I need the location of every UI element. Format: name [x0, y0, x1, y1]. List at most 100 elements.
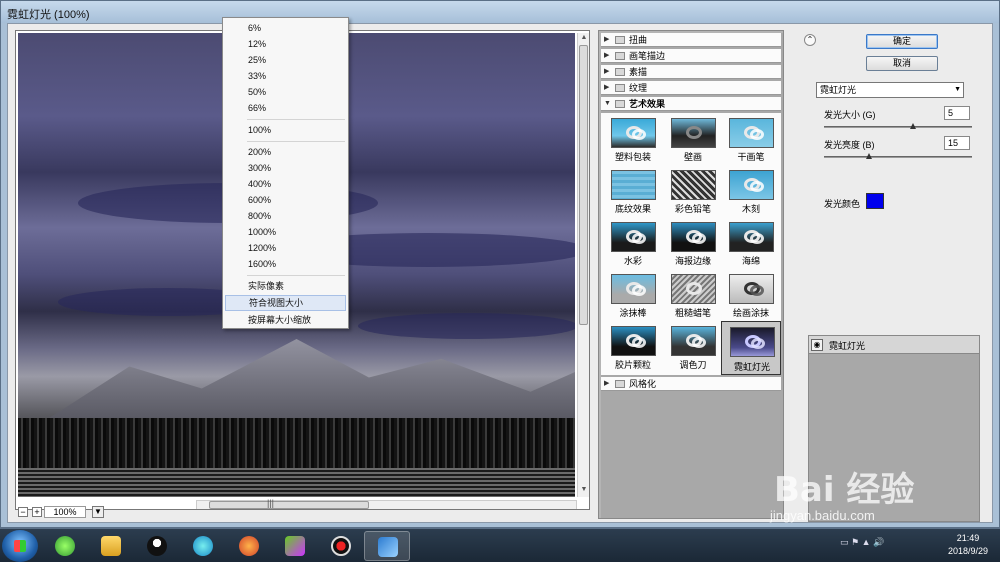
zoom-menu-item[interactable]: 600%	[225, 192, 346, 208]
taskbar-app[interactable]	[180, 531, 226, 561]
zoom-in-button[interactable]: +	[32, 507, 42, 517]
zoom-menu: 6% 12% 25% 33% 50% 66% 100% 200% 300% 40…	[222, 17, 349, 329]
zoom-menu-item[interactable]: 50%	[225, 84, 346, 100]
scroll-up-arrow[interactable]: ▲	[579, 33, 589, 43]
scroll-thumb[interactable]	[579, 45, 588, 325]
lake-reflection	[18, 468, 575, 497]
filter-thumb[interactable]: 调色刀	[665, 323, 721, 373]
glow-color-swatch[interactable]	[866, 193, 884, 209]
zoom-menu-item[interactable]: 1600%	[225, 256, 346, 272]
ok-button[interactable]: 确定	[866, 34, 938, 49]
folder-icon	[615, 380, 625, 388]
taskbar-app[interactable]	[226, 531, 272, 561]
filter-gallery-window: 霓虹灯光 (100%) ▲ ▼ ||| − + 100% ▼ ▶ 扭曲 ▶ 画笔…	[0, 0, 1000, 528]
slider-knob[interactable]	[866, 153, 872, 159]
zoom-menu-item[interactable]: 1200%	[225, 240, 346, 256]
zoom-menu-item[interactable]: 12%	[225, 36, 346, 52]
menu-item-actual-pixels[interactable]: 实际像素	[225, 278, 346, 294]
hscroll-grip-icon: |||	[267, 498, 275, 508]
effect-layers-list: ◉ 霓虹灯光	[808, 335, 980, 522]
glow-size-slider[interactable]	[824, 123, 972, 129]
menu-item-fit-view[interactable]: 符合视图大小	[225, 295, 346, 311]
menu-item-fit-screen[interactable]: 按屏幕大小缩放	[225, 312, 346, 328]
eye-icon[interactable]: ◉	[811, 339, 823, 351]
filter-thumb-selected[interactable]: 霓虹灯光	[721, 321, 781, 375]
filter-thumb[interactable]: 壁画	[665, 115, 721, 165]
zoom-menu-item[interactable]: 300%	[225, 160, 346, 176]
filter-thumb[interactable]: 海报边缘	[665, 219, 721, 269]
settings-panel: ⌃ 确定 取消 霓虹灯光 ▼ 发光大小 (G) 5 发光亮度 (B) 15 发光…	[794, 30, 990, 522]
filter-thumb[interactable]: 干画笔	[723, 115, 779, 165]
taskbar-app[interactable]	[272, 531, 318, 561]
forest	[18, 418, 575, 468]
filter-thumb[interactable]: 绘画涂抹	[723, 271, 779, 321]
taskbar-app[interactable]	[88, 531, 134, 561]
zoom-menu-item[interactable]: 66%	[225, 100, 346, 116]
folder-icon	[615, 68, 625, 76]
zoom-menu-item[interactable]: 100%	[225, 122, 346, 138]
start-button[interactable]	[2, 530, 38, 562]
qq-icon	[147, 536, 167, 556]
preview-vertical-scrollbar[interactable]: ▲ ▼	[577, 33, 589, 497]
cancel-button[interactable]: 取消	[866, 56, 938, 71]
menu-separator	[247, 119, 345, 120]
artistic-thumbnails: 塑料包装 壁画 干画笔 底纹效果 彩色铅笔 木刻 水彩 海报边缘 海绵 涂抹棒 …	[601, 113, 781, 375]
collapse-gallery-button[interactable]: ⌃	[804, 34, 816, 46]
slider-knob[interactable]	[910, 123, 916, 129]
glow-color-label: 发光颜色	[824, 199, 861, 209]
filter-thumb[interactable]: 彩色铅笔	[665, 167, 721, 217]
taskbar-app[interactable]	[42, 531, 88, 561]
filter-thumb[interactable]: 海绵	[723, 219, 779, 269]
glow-size-input[interactable]: 5	[944, 106, 970, 120]
filter-thumb[interactable]: 胶片颗粒	[605, 323, 661, 373]
filter-thumb[interactable]: 粗糙蜡笔	[665, 271, 721, 321]
folder-icon	[615, 84, 625, 92]
windows-logo-icon	[14, 540, 26, 552]
zoom-out-button[interactable]: −	[18, 507, 28, 517]
taskbar-app[interactable]	[318, 531, 364, 561]
dialog-client: ▲ ▼ ||| − + 100% ▼ ▶ 扭曲 ▶ 画笔描边 ▶ 素描 ▶ 纹理…	[7, 23, 993, 523]
filter-gallery: ▶ 扭曲 ▶ 画笔描边 ▶ 素描 ▶ 纹理 ▼ 艺术效果 塑料包装 壁画 干画笔…	[598, 30, 784, 519]
clock-date: 2018/9/29	[947, 546, 989, 556]
menu-separator	[247, 141, 345, 142]
zoom-menu-item[interactable]: 800%	[225, 208, 346, 224]
category-stylize[interactable]: ▶ 风格化	[601, 377, 781, 391]
folder-icon	[615, 52, 625, 60]
clock-time: 21:49	[956, 533, 980, 543]
filter-thumb[interactable]: 木刻	[723, 167, 779, 217]
category-brush-strokes[interactable]: ▶ 画笔描边	[601, 49, 781, 63]
zoom-dropdown-button[interactable]: ▼	[92, 506, 104, 518]
glow-brightness-input[interactable]: 15	[944, 136, 970, 150]
zoom-menu-item[interactable]: 400%	[225, 176, 346, 192]
clock[interactable]: 21:49 2018/9/29	[940, 532, 996, 558]
glow-brightness-label: 发光亮度 (B)	[824, 140, 875, 150]
refresh-app-icon	[55, 536, 75, 556]
system-tray[interactable]: ▭ ⚑ ▲ 🔊	[840, 537, 884, 548]
filter-thumb[interactable]: 水彩	[605, 219, 661, 269]
taskbar-app[interactable]	[134, 531, 180, 561]
window-title: 霓虹灯光 (100%)	[7, 9, 90, 21]
category-sketch[interactable]: ▶ 素描	[601, 65, 781, 79]
category-texture[interactable]: ▶ 纹理	[601, 81, 781, 95]
title-bar[interactable]: 霓虹灯光 (100%)	[1, 1, 999, 23]
glow-size-label: 发光大小 (G)	[824, 110, 876, 120]
preview-horizontal-scrollbar[interactable]: |||	[196, 498, 577, 509]
zoom-menu-item[interactable]: 200%	[225, 144, 346, 160]
effect-layer[interactable]: ◉ 霓虹灯光	[809, 336, 979, 354]
taskbar-app-active[interactable]	[364, 531, 410, 561]
chevron-down-icon: ▼	[954, 86, 961, 93]
zoom-menu-item[interactable]: 25%	[225, 52, 346, 68]
category-distort[interactable]: ▶ 扭曲	[601, 33, 781, 47]
category-artistic[interactable]: ▼ 艺术效果	[601, 97, 781, 111]
filter-thumb[interactable]: 塑料包装	[605, 115, 661, 165]
zoom-menu-item[interactable]: 1000%	[225, 224, 346, 240]
filter-select[interactable]: 霓虹灯光 ▼	[816, 82, 964, 98]
hscroll-thumb[interactable]	[209, 501, 369, 509]
zoom-menu-item[interactable]: 33%	[225, 68, 346, 84]
glow-brightness-slider[interactable]	[824, 153, 972, 159]
scroll-down-arrow[interactable]: ▼	[579, 485, 589, 495]
zoom-menu-item[interactable]: 6%	[225, 20, 346, 36]
filter-thumb[interactable]: 涂抹棒	[605, 271, 661, 321]
zoom-value[interactable]: 100%	[44, 506, 86, 518]
filter-thumb[interactable]: 底纹效果	[605, 167, 661, 217]
